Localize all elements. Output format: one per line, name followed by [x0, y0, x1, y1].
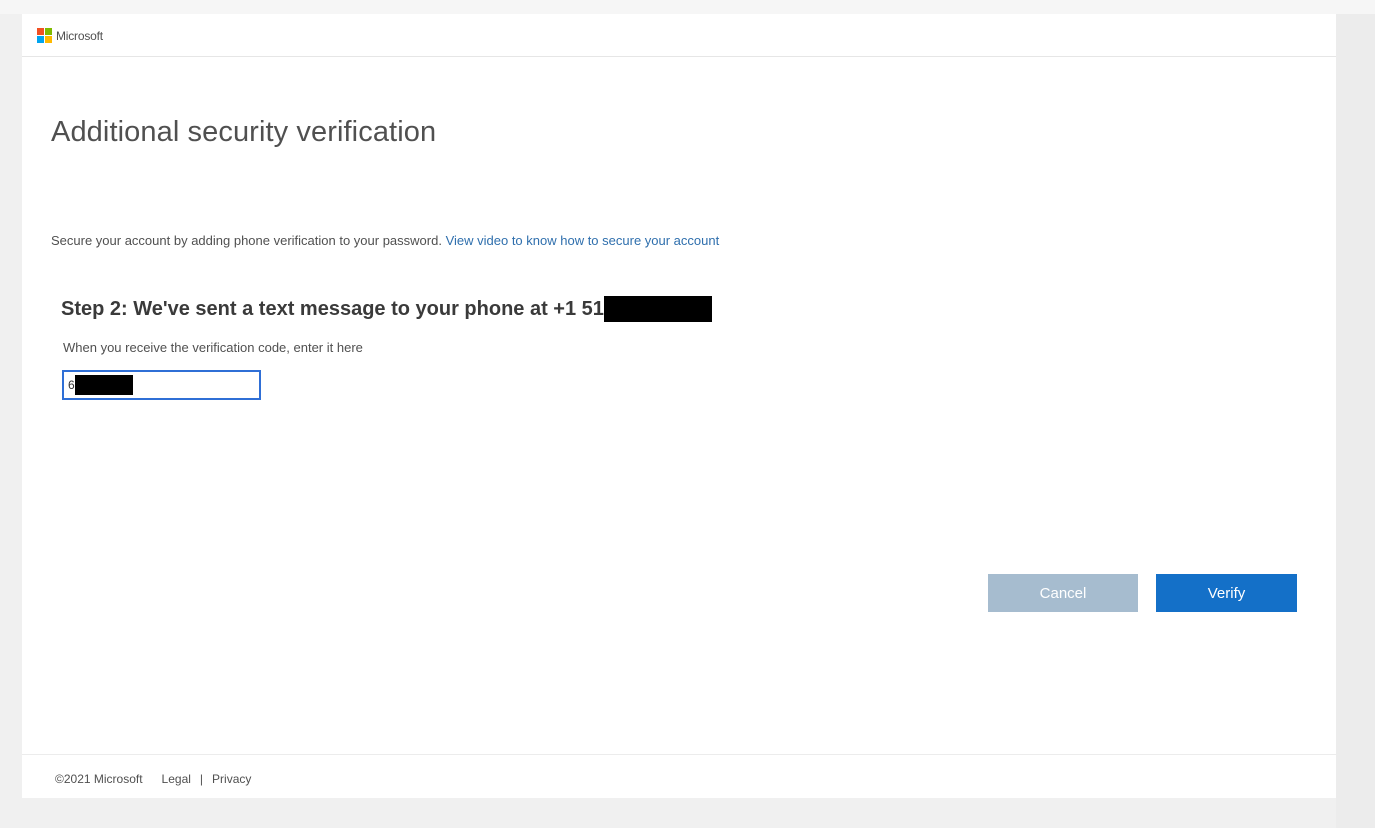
- browser-top-strip: [0, 0, 1375, 14]
- step-heading: Step 2: We've sent a text message to you…: [61, 296, 712, 322]
- copyright-text: ©2021 Microsoft: [55, 772, 143, 786]
- intro-text: Secure your account by adding phone veri…: [51, 233, 719, 248]
- cancel-button[interactable]: Cancel: [988, 574, 1138, 612]
- redacted-phone-number: [603, 296, 712, 322]
- privacy-link[interactable]: Privacy: [212, 772, 251, 786]
- brand-name: Microsoft: [56, 28, 103, 43]
- view-video-link[interactable]: View video to know how to secure your ac…: [446, 233, 720, 248]
- verification-page: Microsoft Additional security verificati…: [22, 14, 1336, 798]
- footer-separator: |: [199, 772, 204, 786]
- verification-code-input[interactable]: 6: [62, 370, 261, 400]
- verification-code-visible-digit: 6: [68, 378, 75, 392]
- verify-button[interactable]: Verify: [1156, 574, 1297, 612]
- microsoft-logo: Microsoft: [37, 28, 103, 43]
- microsoft-logo-icon: [37, 28, 52, 43]
- right-gutter: [1336, 14, 1375, 828]
- intro-description: Secure your account by adding phone veri…: [51, 233, 442, 248]
- page-footer: ©2021 Microsoft Legal | Privacy: [22, 754, 1336, 799]
- page-header: Microsoft: [22, 14, 1336, 57]
- code-instruction: When you receive the verification code, …: [63, 340, 363, 355]
- legal-link[interactable]: Legal: [162, 772, 191, 786]
- footer-links: ©2021 Microsoft Legal | Privacy: [55, 772, 251, 786]
- redacted-verification-code: [74, 375, 133, 395]
- page-title: Additional security verification: [51, 116, 437, 148]
- step-heading-text: Step 2: We've sent a text message to you…: [61, 297, 604, 320]
